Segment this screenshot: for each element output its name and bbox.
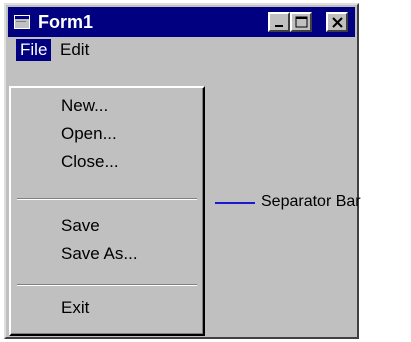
menu-item-open[interactable]: Open... [61,122,117,146]
close-button[interactable] [326,12,348,32]
menu-item-close[interactable]: Close... [61,150,119,174]
callout-label: Separator Bar [261,193,361,210]
menu-item-save-as[interactable]: Save As... [61,242,138,266]
title-bar[interactable]: Form1 [8,7,355,37]
window-title: Form1 [38,12,94,32]
form-icon [14,15,30,29]
close-icon [332,17,343,28]
minimize-button[interactable] [268,12,290,32]
menu-item-save[interactable]: Save [61,214,100,238]
callout-line [215,202,255,204]
file-menu-dropdown: New... Open... Close... Save Save As... … [9,86,205,336]
separator-bar [17,284,197,286]
minimize-icon [275,25,283,27]
menu-file-label: File [20,40,48,59]
maximize-icon [295,16,308,28]
maximize-button[interactable] [290,12,312,32]
menu-item-exit[interactable]: Exit [61,296,89,320]
separator-bar [17,198,197,200]
menu-bar: File Edit [8,37,355,63]
menu-edit-label: Edit [60,40,90,59]
menu-file[interactable]: File [16,39,52,61]
menu-item-new[interactable]: New... [61,94,108,118]
menu-edit[interactable]: Edit [56,39,93,61]
